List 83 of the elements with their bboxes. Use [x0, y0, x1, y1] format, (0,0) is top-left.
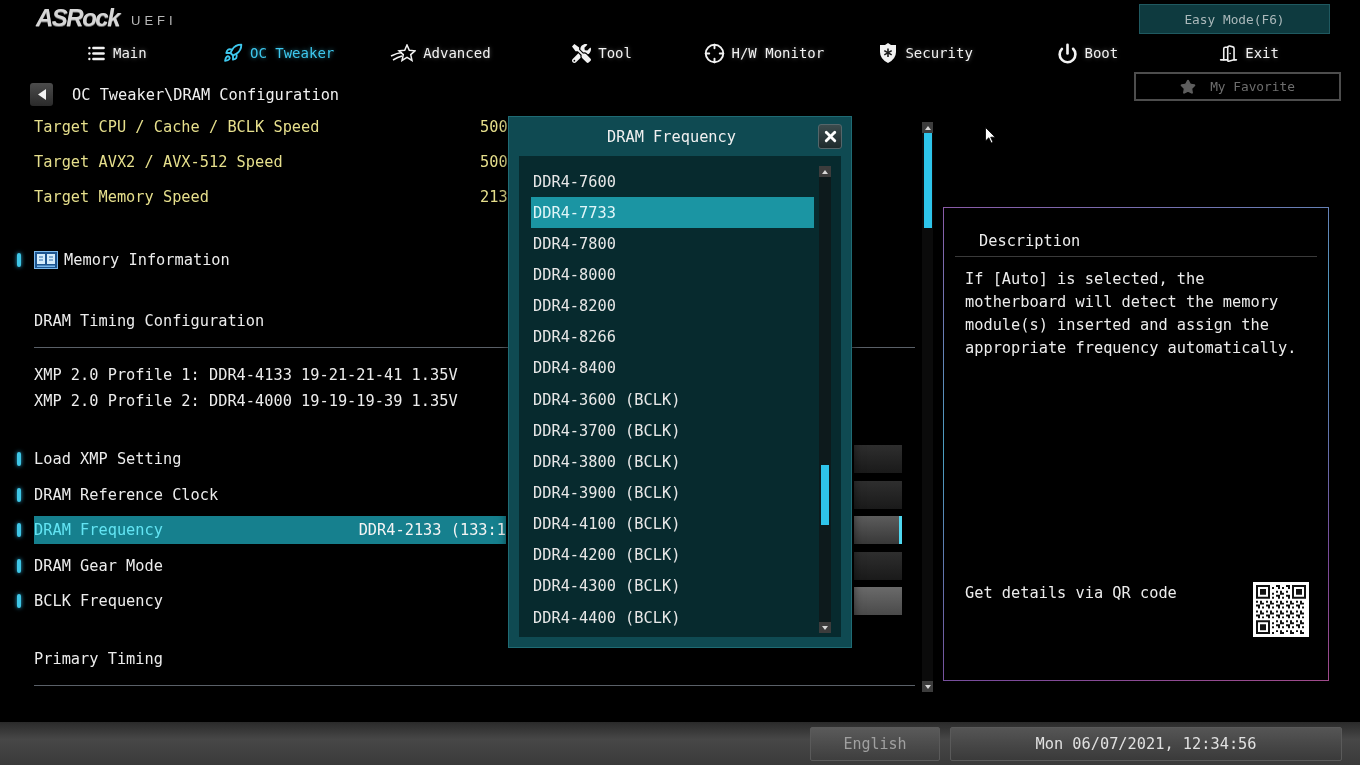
indicator-bar-icon — [17, 558, 21, 573]
triangle-down-icon — [924, 684, 931, 689]
mouse-pointer-icon — [985, 127, 996, 144]
dropdown-option[interactable]: DDR4-4100 (BCLK) — [531, 508, 814, 540]
scrollbar-thumb[interactable] — [923, 133, 932, 228]
description-text: If [Auto] is selected, the motherboard will detect the memory module(s) inserted and assign the appropriate frequency automatically. — [965, 269, 1298, 359]
dropdown-option[interactable]: DDR4-4200 (BCLK) — [531, 539, 814, 571]
back-button[interactable] — [30, 83, 53, 106]
dropdown-option[interactable]: DDR4-4400 (BCLK) — [531, 601, 814, 634]
target-speed-value: 500 — [480, 117, 508, 136]
datetime-display: Mon 06/07/2021, 12:34:56 — [950, 726, 1342, 761]
nav-tab[interactable]: H/W Monitor — [703, 40, 825, 66]
scrollbar-thumb[interactable] — [821, 465, 829, 525]
dropdown-field[interactable] — [854, 551, 902, 580]
dropdown-option[interactable]: DDR4-7600 — [531, 166, 814, 198]
section-heading: DRAM Timing Configuration — [34, 311, 265, 332]
triangle-up-icon — [924, 125, 931, 130]
indicator-bar-icon — [17, 252, 21, 267]
dropdown-option[interactable]: DDR4-8266 — [531, 321, 814, 353]
indicator-bar-icon — [17, 487, 21, 502]
dropdown-option[interactable]: DDR4-8000 — [531, 259, 814, 291]
nav-tab[interactable]: Exit — [1219, 40, 1279, 66]
breadcrumb-path: OC Tweaker\DRAM Configuration — [72, 85, 340, 106]
nav-tab[interactable]: Security — [878, 40, 973, 66]
badge-icon — [878, 42, 899, 64]
close-button[interactable] — [818, 124, 842, 149]
door-icon — [1219, 43, 1239, 63]
nav-tab[interactable]: Advanced — [390, 40, 491, 66]
dialog-title: DRAM Frequency — [607, 127, 736, 146]
input-field[interactable] — [854, 587, 902, 615]
triangle-left-icon — [37, 89, 46, 100]
dropdown-option[interactable]: DDR4-8200 — [531, 290, 814, 322]
dropdown-option[interactable]: DDR4-3800 (BCLK) — [531, 446, 814, 478]
dropdown-option[interactable]: DDR4-3600 (BCLK) — [531, 384, 814, 416]
tools-icon — [572, 43, 592, 63]
nav-tab[interactable]: Boot — [1056, 40, 1119, 66]
setting-label[interactable]: DRAM Gear Mode — [34, 556, 163, 575]
rocket-icon — [222, 43, 243, 63]
book-icon — [34, 250, 58, 269]
dropdown-field[interactable] — [854, 445, 902, 473]
xmp-profile-text: XMP 2.0 Profile 2: DDR4-4000 19-19-19-39 1.35V — [34, 392, 458, 410]
qr-caption: Get details via QR code — [965, 583, 1177, 604]
dropdown-option[interactable]: DDR4-3700 (BCLK) — [531, 415, 814, 447]
dropdown-option[interactable]: DDR4-3900 (BCLK) — [531, 477, 814, 509]
setting-label[interactable]: Load XMP Setting — [34, 450, 182, 468]
logo-suffix: UEFI — [131, 13, 177, 28]
target-speed-label: Target Memory Speed — [34, 187, 210, 206]
scroll-up-button[interactable] — [819, 166, 831, 177]
target-speed-value: 213 — [480, 187, 508, 206]
target-speed-value: 500 — [480, 152, 508, 171]
favorite-button[interactable]: My Favorite — [1134, 72, 1341, 101]
qr-code-icon — [1253, 582, 1309, 637]
star-icon — [1180, 78, 1197, 95]
nav-tab[interactable]: Tool — [572, 40, 632, 66]
setting-value: DDR4-2133 (133:1 — [358, 521, 506, 539]
target-speed-label: Target CPU / Cache / BCLK Speed — [34, 117, 321, 136]
scroll-down-button[interactable] — [819, 622, 831, 633]
scroll-up-button[interactable] — [922, 122, 933, 133]
nav-tab[interactable]: Main — [87, 40, 147, 66]
xmp-profile-text: XMP 2.0 Profile 1: DDR4-4133 19-21-21-41 1.35V — [34, 366, 458, 384]
power-icon — [1056, 42, 1078, 64]
dropdown-field[interactable] — [854, 516, 902, 544]
nav-tab[interactable]: OC Tweaker — [222, 40, 335, 66]
indicator-bar-icon — [17, 452, 21, 466]
dropdown-field[interactable] — [854, 480, 902, 509]
easy-mode-button[interactable]: Easy Mode(F6) — [1139, 4, 1330, 34]
dropdown-option[interactable]: DDR4-4300 (BCLK) — [531, 570, 814, 602]
section-heading: Primary Timing — [34, 649, 163, 670]
logo-text: ASRock — [36, 5, 120, 31]
target-speed-label: Target AVX2 / AVX-512 Speed — [34, 152, 284, 171]
crosshair-icon — [703, 42, 725, 64]
setting-label[interactable]: BCLK Frequency — [34, 592, 163, 610]
dropdown-option[interactable]: DDR4-7800 — [531, 228, 814, 260]
triangle-down-icon — [822, 625, 828, 630]
setting-label[interactable]: DRAM Reference Clock — [34, 485, 219, 504]
submenu-item[interactable]: Memory Information — [64, 250, 230, 269]
scroll-down-button[interactable] — [922, 681, 933, 692]
shooting-star-icon — [390, 44, 417, 62]
indicator-bar-icon — [17, 594, 21, 608]
triangle-up-icon — [822, 169, 828, 174]
description-title: Description — [979, 231, 1081, 252]
indicator-bar-icon — [17, 523, 21, 537]
dropdown-option[interactable]: DDR4-8400 — [531, 352, 814, 384]
